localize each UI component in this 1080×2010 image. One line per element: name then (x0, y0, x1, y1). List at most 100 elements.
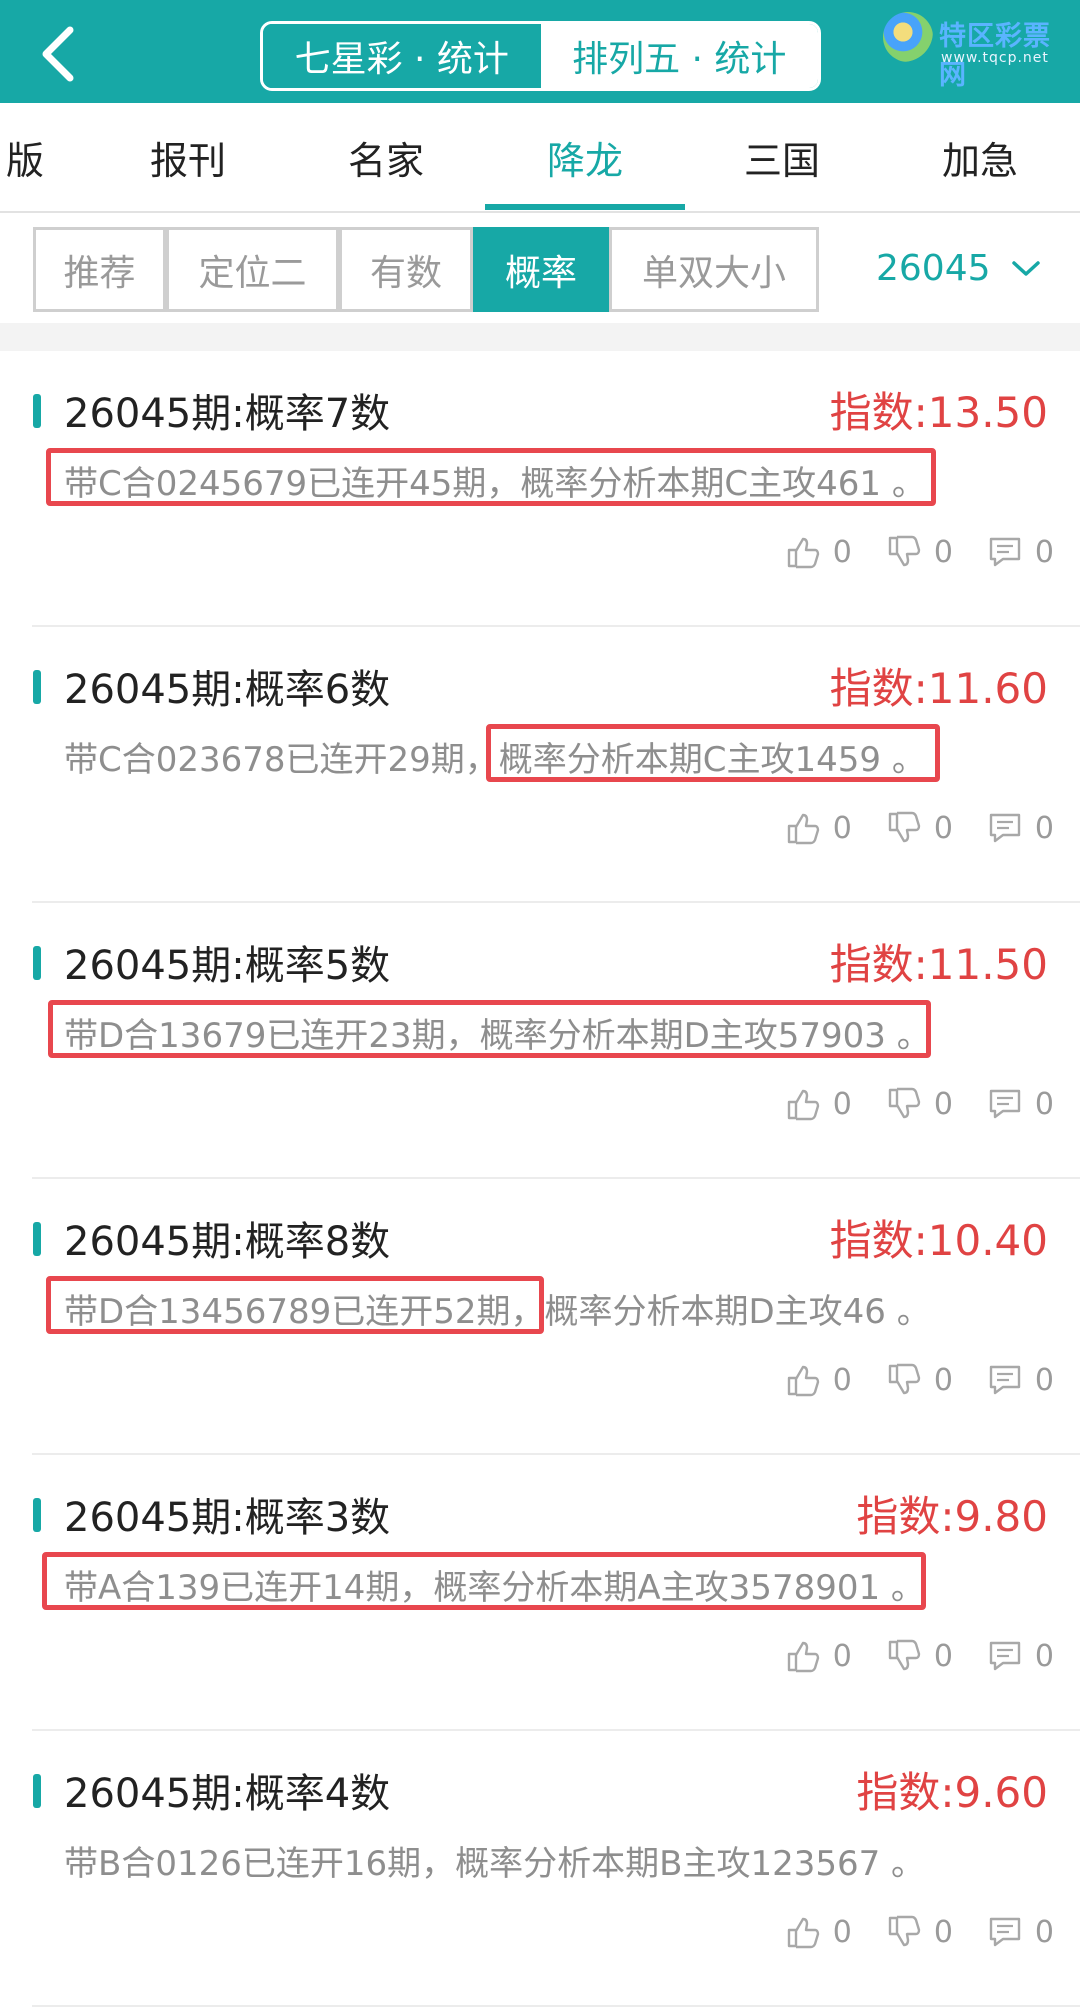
card-actions: 0 0 0 (751, 1914, 1054, 1950)
card-accent-bar (33, 1222, 41, 1256)
tab-mingjia[interactable]: 名家 (311, 103, 461, 211)
card-accent-bar (33, 946, 41, 980)
card-actions: 0 0 0 (751, 1638, 1054, 1674)
card-index-value: 指数:10.40 (829, 1216, 1048, 1265)
card-title: 26045期:概率7数 (64, 391, 391, 437)
thumbs-up-icon (787, 537, 819, 569)
comment-button[interactable]: 0 (987, 534, 1054, 570)
dislike-button[interactable]: 0 (886, 1638, 953, 1674)
dislike-button[interactable]: 0 (886, 1086, 953, 1122)
highlight-box (42, 1552, 926, 1610)
tab-pailie5-stats[interactable]: 排列五 · 统计 (540, 24, 818, 88)
card-actions: 0 0 0 (751, 810, 1054, 846)
back-arrow-icon[interactable] (30, 24, 90, 84)
tab-qixingcai-stats[interactable]: 七星彩 · 统计 (263, 24, 541, 88)
like-count: 0 (832, 534, 852, 570)
thumbs-up-icon (787, 1365, 819, 1397)
highlight-box (486, 724, 940, 782)
tab-ban[interactable]: 版 (0, 103, 100, 211)
prediction-card[interactable]: 26045期:概率8数 指数:10.40 带D合13456789已连开52期，概… (0, 1179, 1080, 1455)
tab-baokan[interactable]: 报刊 (113, 103, 263, 211)
dislike-count: 0 (933, 1638, 953, 1674)
top-bar: 七星彩 · 统计 排列五 · 统计 特区彩票网 www.tqcp.net (0, 0, 1080, 103)
card-accent-bar (33, 1498, 41, 1532)
comment-count: 0 (1034, 1914, 1054, 1950)
prediction-card[interactable]: 26045期:概率4数 指数:9.60 带B合0126已连开16期，概率分析本期… (0, 1731, 1080, 2007)
chevron-down-icon (1011, 260, 1040, 276)
dislike-button[interactable]: 0 (886, 534, 953, 570)
like-count: 0 (832, 1914, 852, 1950)
filter-gailv[interactable]: 概率 (473, 227, 609, 312)
comment-button[interactable]: 0 (987, 1362, 1054, 1398)
card-actions: 0 0 0 (751, 1086, 1054, 1122)
comment-button[interactable]: 0 (987, 1086, 1054, 1122)
card-title: 26045期:概率4数 (64, 1771, 391, 1817)
dislike-button[interactable]: 0 (886, 1362, 953, 1398)
filter-youshu[interactable]: 有数 (339, 227, 473, 312)
comment-count: 0 (1034, 1086, 1054, 1122)
dislike-count: 0 (933, 1362, 953, 1398)
comment-icon (989, 1641, 1021, 1671)
dislike-count: 0 (933, 810, 953, 846)
card-index-value: 指数:11.60 (829, 664, 1048, 713)
like-button[interactable]: 0 (785, 1086, 852, 1122)
filter-danshuang-daxiao[interactable]: 单双大小 (609, 227, 819, 312)
dislike-count: 0 (933, 1914, 953, 1950)
card-index-value: 指数:13.50 (829, 388, 1048, 437)
card-accent-bar (33, 394, 41, 428)
card-title: 26045期:概率5数 (64, 943, 391, 989)
dislike-count: 0 (933, 534, 953, 570)
like-button[interactable]: 0 (785, 534, 852, 570)
watermark-logo: 特区彩票网 www.tqcp.net (877, 8, 1077, 91)
like-count: 0 (832, 810, 852, 846)
comment-count: 0 (1034, 1638, 1054, 1674)
category-tabs: 版 报刊 名家 降龙 三国 加急 (0, 103, 1080, 213)
prediction-card[interactable]: 26045期:概率7数 指数:13.50 带C合0245679已连开45期，概率… (0, 351, 1080, 627)
thumbs-up-icon (787, 1089, 819, 1121)
comment-icon (989, 1365, 1021, 1395)
comment-count: 0 (1034, 534, 1054, 570)
comment-icon (989, 1917, 1021, 1947)
like-button[interactable]: 0 (785, 1914, 852, 1950)
prediction-card[interactable]: 26045期:概率3数 指数:9.80 带A合139已连开14期，概率分析本期A… (0, 1455, 1080, 1731)
comment-count: 0 (1034, 1362, 1054, 1398)
dislike-button[interactable]: 0 (886, 1914, 953, 1950)
like-button[interactable]: 0 (785, 1638, 852, 1674)
comment-button[interactable]: 0 (987, 1914, 1054, 1950)
thumbs-down-icon (888, 1639, 921, 1671)
tab-sanguo[interactable]: 三国 (707, 103, 857, 211)
like-button[interactable]: 0 (785, 810, 852, 846)
section-gap (0, 323, 1080, 351)
highlight-box (46, 448, 936, 506)
highlight-box (46, 1276, 544, 1334)
filter-dingwei2[interactable]: 定位二 (166, 227, 339, 312)
filter-bar: 推荐 定位二 有数 概率 单双大小 26045 (0, 213, 1080, 323)
thumbs-down-icon (888, 535, 921, 567)
tab-jianglong[interactable]: 降龙 (510, 103, 660, 211)
thumbs-down-icon (888, 1087, 921, 1119)
comment-icon (989, 537, 1021, 567)
thumbs-up-icon (787, 1641, 819, 1673)
prediction-card[interactable]: 26045期:概率5数 指数:11.50 带D合13679已连开23期，概率分析… (0, 903, 1080, 1179)
comment-button[interactable]: 0 (987, 1638, 1054, 1674)
comment-count: 0 (1034, 810, 1054, 846)
like-button[interactable]: 0 (785, 1362, 852, 1398)
dislike-button[interactable]: 0 (886, 810, 953, 846)
thumbs-down-icon (888, 1915, 921, 1947)
thumbs-up-icon (787, 1917, 819, 1949)
period-selector[interactable]: 26045 (876, 248, 1041, 289)
card-accent-bar (33, 670, 41, 704)
tab-jiaji[interactable]: 加急 (905, 103, 1055, 211)
like-count: 0 (832, 1638, 852, 1674)
prediction-card[interactable]: 26045期:概率6数 指数:11.60 带C合023678已连开29期，概率分… (0, 627, 1080, 903)
filter-tuijian[interactable]: 推荐 (33, 227, 166, 312)
card-divider (32, 2005, 1080, 2007)
period-value: 26045 (876, 248, 991, 289)
comment-button[interactable]: 0 (987, 810, 1054, 846)
card-title: 26045期:概率8数 (64, 1219, 391, 1265)
thumbs-up-icon (787, 813, 819, 845)
thumbs-down-icon (888, 1363, 921, 1395)
like-count: 0 (832, 1086, 852, 1122)
card-title: 26045期:概率3数 (64, 1495, 391, 1541)
watermark-url: www.tqcp.net (941, 50, 1049, 66)
